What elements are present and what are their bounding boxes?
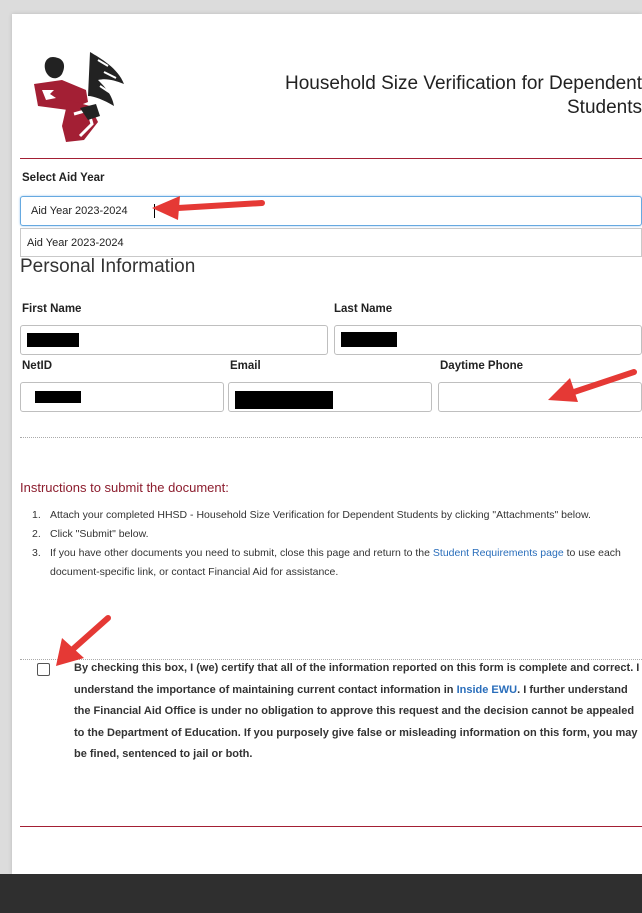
last-name-label: Last Name [334, 303, 393, 315]
title-line-1: Household Size Verification for Dependen… [284, 73, 642, 94]
header-divider [20, 158, 642, 159]
first-name-input[interactable] [20, 325, 328, 355]
student-requirements-link[interactable]: Student Requirements page [433, 547, 564, 559]
email-input[interactable] [228, 382, 432, 412]
annotation-arrow-icon [152, 196, 265, 220]
inside-ewu-link[interactable]: Inside EWU [457, 684, 518, 696]
instructions-list: 1. Attach your completed HHSD - Household… [32, 506, 642, 582]
annotation-arrow-icon [548, 369, 637, 402]
instruction-step-3: 3. If you have other documents you need t… [32, 547, 621, 578]
redacted-first-name [27, 333, 79, 347]
first-name-label: First Name [22, 303, 82, 315]
last-name-input[interactable] [334, 325, 642, 355]
phone-label: Daytime Phone [440, 360, 524, 372]
section-divider-1 [20, 437, 642, 438]
email-label: Email [230, 360, 261, 372]
aid-year-option[interactable]: Aid Year 2023-2024 [27, 237, 124, 249]
personal-info-heading: Personal Information [20, 256, 196, 277]
form-page: Household Size Verification for Dependen… [12, 14, 642, 874]
redacted-netid [35, 391, 81, 403]
title-line-2: Students [567, 97, 642, 118]
instructions-title: Instructions to submit the document: [20, 480, 229, 495]
netid-input[interactable] [20, 382, 224, 412]
instruction-step-2: 2. Click "Submit" below. [32, 528, 149, 540]
ewu-eagle-logo-icon [34, 52, 124, 142]
redacted-email [235, 391, 333, 409]
footer-bar [0, 874, 642, 913]
footer-divider [20, 826, 642, 827]
aid-year-input[interactable]: Aid Year 2023-2024 [20, 196, 642, 226]
certify-checkbox[interactable] [37, 663, 50, 676]
redacted-last-name [341, 332, 397, 347]
instruction-step-1: 1. Attach your completed HHSD - Household… [32, 509, 591, 521]
aid-year-dropdown: Aid Year 2023-2024 [20, 228, 642, 257]
netid-label: NetID [22, 360, 53, 372]
aid-year-label: Select Aid Year [22, 172, 105, 184]
page-title: Household Size Verification for Dependen… [182, 72, 642, 120]
annotation-arrow-icon [56, 615, 111, 666]
aid-year-value: Aid Year 2023-2024 [31, 205, 128, 217]
certify-text: By checking this box, I (we) certify tha… [74, 662, 640, 760]
